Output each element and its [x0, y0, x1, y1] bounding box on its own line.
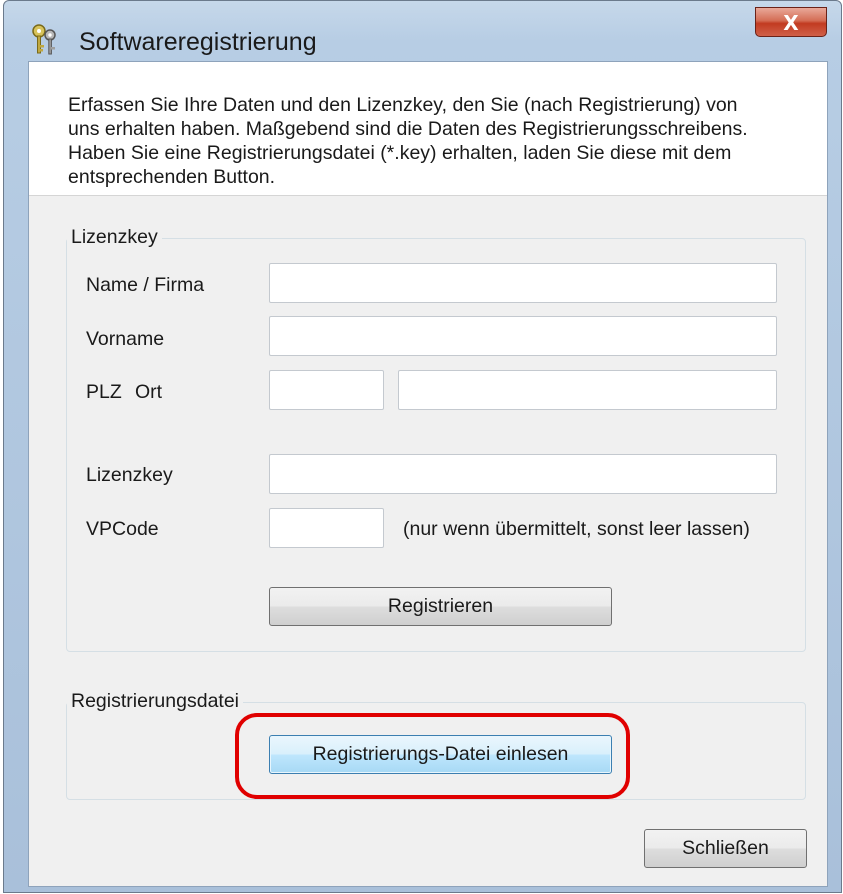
regfile-group-title: Registrierungsdatei [67, 690, 244, 713]
plz-label: PLZ [86, 381, 122, 403]
close-icon: X [783, 11, 799, 35]
info-text: Erfassen Sie Ihre Daten und den Lizenzke… [68, 93, 808, 189]
ort-field[interactable] [398, 370, 777, 410]
license-group-title: Lizenzkey [67, 226, 162, 249]
licensekey-label: Lizenzkey [86, 464, 173, 486]
plz-field[interactable] [269, 370, 384, 410]
dialog-window: Softwareregistrierung X Erfassen Sie Ihr… [3, 0, 842, 893]
vpcode-hint: (nur wenn übermittelt, sonst leer lassen… [403, 518, 750, 540]
register-button[interactable]: Registrieren [269, 587, 612, 626]
firstname-label: Vorname [86, 328, 165, 350]
name-field[interactable] [269, 263, 777, 303]
window-close-button[interactable]: X [755, 7, 827, 37]
ort-label: Ort [135, 381, 163, 403]
info-panel: Erfassen Sie Ihre Daten und den Lizenzke… [29, 62, 827, 196]
vpcode-field[interactable] [269, 508, 384, 548]
info-line: uns erhalten haben. Maßgebend sind die D… [68, 118, 748, 140]
info-line: Erfassen Sie Ihre Daten und den Lizenzke… [68, 94, 738, 116]
close-button[interactable]: Schließen [644, 829, 807, 868]
licensekey-field[interactable] [269, 454, 777, 494]
window-title: Softwareregistrierung [79, 28, 317, 56]
dialog-client-area: Erfassen Sie Ihre Daten und den Lizenzke… [28, 61, 828, 887]
load-regfile-button[interactable]: Registrierungs-Datei einlesen [269, 735, 612, 774]
firstname-field[interactable] [269, 316, 777, 356]
info-line: Haben Sie eine Registrierungsdatei (*.ke… [68, 142, 732, 164]
title-bar[interactable]: Softwareregistrierung X [4, 1, 841, 61]
keys-icon [32, 24, 56, 55]
info-line: entsprechenden Button. [68, 166, 276, 188]
name-label: Name / Firma [86, 274, 205, 296]
vpcode-label: VPCode [86, 518, 159, 540]
